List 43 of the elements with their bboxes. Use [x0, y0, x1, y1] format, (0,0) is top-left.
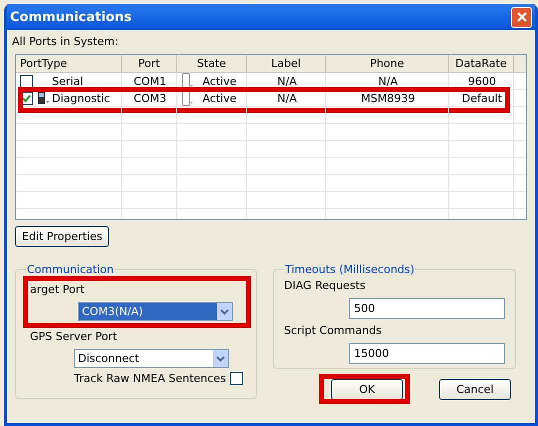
table-cell: MSM8939	[361, 90, 415, 106]
checkbox[interactable]	[230, 372, 243, 385]
field-label: DIAG Requests	[284, 278, 366, 294]
group-title: Communication	[26, 263, 115, 276]
table-cell: Active	[202, 90, 237, 106]
field-label: Script Commands	[284, 323, 383, 339]
column-header[interactable]: State	[177, 55, 247, 72]
edit-properties-button[interactable]: Edit Properties	[15, 226, 110, 247]
column-header[interactable]: PortType	[16, 55, 122, 72]
window-title: Communications	[10, 10, 132, 24]
table-cell: N/A	[277, 90, 297, 106]
input-field[interactable]: 15000	[349, 343, 505, 364]
table-cell: N/A	[378, 74, 398, 88]
checkbox[interactable]	[20, 74, 33, 88]
close-icon	[516, 11, 528, 23]
table-cell: N/A	[277, 74, 297, 88]
column-header[interactable]: Port	[122, 55, 177, 72]
table-row[interactable]: Diagnostic COM3 Active N/A MSM8939 Default	[16, 90, 526, 107]
table-cell: Default	[462, 90, 502, 106]
ports-label: All Ports in System:	[12, 34, 120, 50]
table-cell: 9600	[468, 74, 496, 88]
column-header[interactable]: Label	[247, 55, 326, 72]
handle-icon	[182, 73, 194, 89]
field-label: GPS Server Port	[30, 329, 118, 345]
group-title: Timeouts (Milliseconds)	[284, 263, 416, 276]
target-port-dropdown[interactable]: COM3(N/A)	[78, 302, 233, 321]
column-header[interactable]: Phone	[326, 55, 449, 72]
column-header[interactable]: DataRate	[449, 55, 514, 72]
table-cell: Diagnostic	[52, 90, 110, 106]
table-row[interactable]: Serial COM1 Active N/A N/A 9600	[16, 73, 526, 90]
input-field[interactable]: 500	[349, 298, 505, 319]
dialog-button[interactable]: Cancel	[439, 379, 511, 400]
gps-port-dropdown[interactable]: Disconnect	[74, 349, 229, 368]
table-cell: Active	[202, 74, 237, 88]
chevron-icon	[216, 356, 225, 362]
table-cell: Serial	[52, 74, 84, 88]
table-cell: COM1	[134, 74, 166, 88]
dialog-button[interactable]: OK	[331, 379, 403, 400]
field-label: arget Port	[30, 282, 86, 298]
close-button[interactable]	[511, 6, 532, 28]
table-cell: COM3	[134, 90, 166, 106]
chevron-icon	[220, 308, 229, 314]
checkbox-label: Track Raw NMEA Sentences	[74, 372, 226, 385]
